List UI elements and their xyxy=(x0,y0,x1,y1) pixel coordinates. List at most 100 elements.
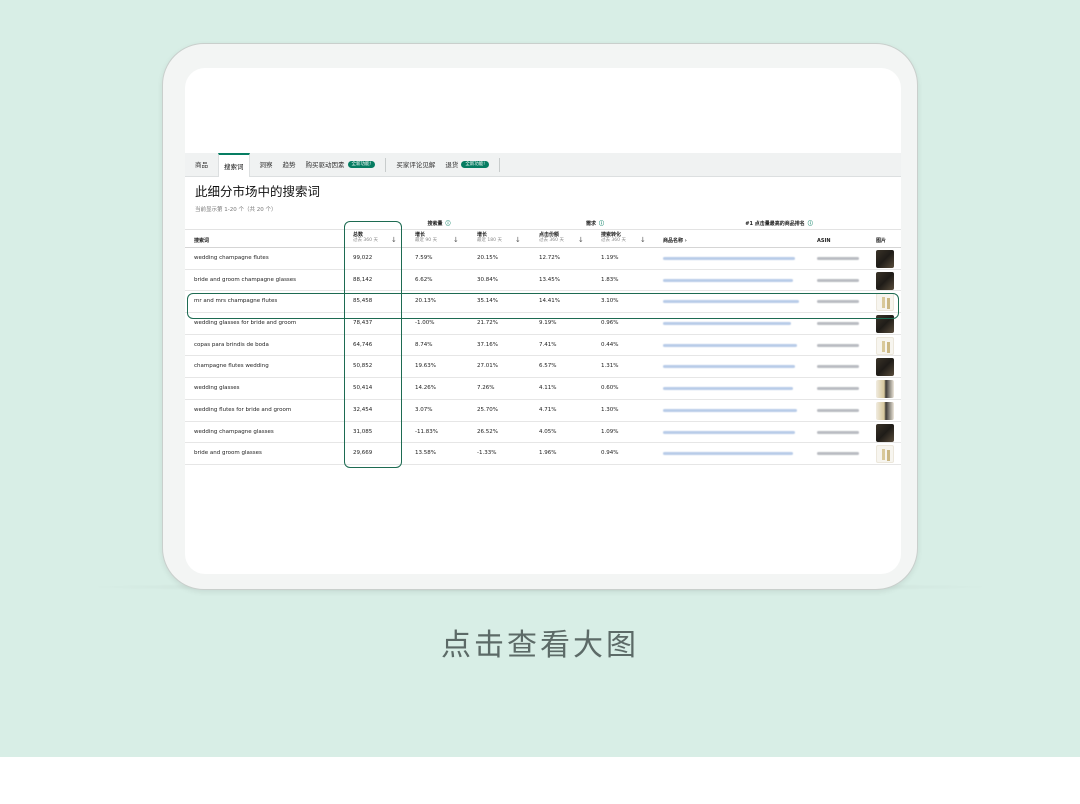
group-demand: 需求 ⓘ xyxy=(533,219,657,230)
col-product-name[interactable]: 商品名称 › xyxy=(663,238,687,244)
table-row[interactable]: bride and groom glasses 29,669 13.58% -1.33… xyxy=(185,443,901,465)
click-share-cell: 7.41% xyxy=(539,341,557,348)
asin-cell xyxy=(817,278,859,282)
conversion-cell: 1.83% xyxy=(601,276,619,283)
tab-divider xyxy=(499,157,501,172)
tab-returns[interactable]: 退货 全新功能! xyxy=(445,153,490,177)
product-thumbnail[interactable] xyxy=(876,401,894,420)
asin-cell xyxy=(817,408,859,412)
table-row[interactable]: champagne flutes wedding 50,852 19.63% 27.0… xyxy=(185,356,901,379)
growth-180-cell: 7.26% xyxy=(477,385,495,392)
keyword-cell: copas para brindis de boda xyxy=(194,341,269,348)
keyword-cell: bride and groom champagne glasses xyxy=(194,276,297,283)
asin-cell xyxy=(817,365,859,369)
tab-insights[interactable]: 洞察 xyxy=(260,153,273,177)
asin-cell xyxy=(817,257,859,260)
product-name-link[interactable] xyxy=(663,257,795,260)
tab-label: 退货 xyxy=(445,160,459,169)
product-thumbnail[interactable] xyxy=(876,271,894,290)
group-label: #1 点击量最高的商品排名 xyxy=(745,221,805,227)
asin-cell xyxy=(817,452,859,456)
growth-90-cell: 8.74% xyxy=(415,341,433,348)
product-name-link[interactable] xyxy=(663,430,795,434)
sort-arrow-icon[interactable]: ↓ xyxy=(578,236,584,244)
keyword-cell: wedding champagne glasses xyxy=(194,428,274,435)
click-share-cell: 12.72% xyxy=(539,255,560,261)
col-subtitle: 最近 90 天 xyxy=(415,238,438,243)
help-icon[interactable]: ⓘ xyxy=(446,221,451,227)
table-row[interactable]: wedding champagne glasses 31,085 -11.83% 26… xyxy=(185,422,901,444)
click-share-cell: 1.96% xyxy=(539,450,557,457)
col-subtitle: 过去 360 天 xyxy=(601,238,626,243)
group-top-product: #1 点击量最高的商品排名 ⓘ xyxy=(657,219,901,230)
column-header-row: 搜索词 总数 过去 360 天 ↓ 增长 最近 90 天 ↓ 增长 最近 180… xyxy=(185,230,901,248)
help-icon[interactable]: ⓘ xyxy=(599,221,604,227)
tab-trends[interactable]: 趋势 xyxy=(283,153,296,177)
click-share-cell: 4.71% xyxy=(539,406,557,413)
product-name-link[interactable] xyxy=(663,278,793,282)
keyword-cell: wedding flutes for bride and groom xyxy=(194,406,292,413)
table-row[interactable]: wedding glasses 50,414 14.26% 7.26% 4.11% 0.6… xyxy=(185,378,901,400)
page-title: 此细分市场中的搜索词 xyxy=(195,184,321,199)
product-thumbnail[interactable] xyxy=(876,358,894,377)
growth-180-cell: 26.52% xyxy=(477,428,498,435)
sort-arrow-icon[interactable]: ↓ xyxy=(515,236,521,244)
table-row[interactable]: wedding flutes for bride and groom 32,454… xyxy=(185,400,901,422)
table-row[interactable]: wedding champagne flutes 99,022 7.59% 20.15… xyxy=(185,248,901,270)
product-thumbnail[interactable] xyxy=(876,336,894,355)
tab-search-terms[interactable]: 搜索词 xyxy=(218,152,250,177)
product-name-link[interactable] xyxy=(663,365,795,369)
product-name-link[interactable] xyxy=(663,408,797,412)
click-share-cell: 4.11% xyxy=(539,385,557,392)
click-share-cell: 13.45% xyxy=(539,276,560,283)
product-thumbnail[interactable] xyxy=(876,250,894,268)
asin-cell xyxy=(817,322,859,326)
total-column-highlight xyxy=(344,221,402,468)
table-row[interactable]: bride and groom champagne glasses 88,142 6… xyxy=(185,270,901,292)
growth-90-cell: 3.07% xyxy=(415,406,433,413)
group-header-row: 搜索量 ⓘ 需求 ⓘ #1 点击量最高的商品排名 ⓘ xyxy=(185,219,901,230)
tab-purchase-drivers[interactable]: 购买驱动因素 全新功能! xyxy=(306,153,376,177)
product-name-link[interactable] xyxy=(663,343,797,347)
product-thumbnail[interactable] xyxy=(876,380,894,399)
tab-review-insights[interactable]: 买家评论见解 xyxy=(396,153,435,177)
col-conversion[interactable]: 搜索转化 过去 360 天 xyxy=(601,232,626,244)
growth-90-cell: 7.59% xyxy=(415,255,433,261)
product-name-link[interactable] xyxy=(663,452,793,456)
product-name-link[interactable] xyxy=(663,322,791,326)
col-subtitle: 过去 360 天 xyxy=(539,238,564,243)
table-row[interactable]: copas para brindis de boda 64,746 8.74% 37.… xyxy=(185,335,901,357)
new-feature-badge: 全新功能! xyxy=(347,161,376,168)
col-growth-90[interactable]: 增长 最近 90 天 xyxy=(415,232,437,244)
growth-180-cell: 20.15% xyxy=(477,255,498,261)
conversion-cell: 0.60% xyxy=(601,385,619,392)
sort-arrow-icon[interactable]: ↓ xyxy=(640,236,646,244)
product-thumbnail[interactable] xyxy=(876,423,894,442)
asin-cell xyxy=(817,343,859,347)
conversion-cell: 1.30% xyxy=(601,406,619,413)
sort-arrow-icon[interactable]: ↓ xyxy=(453,236,459,244)
conversion-cell: 0.44% xyxy=(601,341,619,348)
growth-90-cell: -11.83% xyxy=(415,428,438,435)
keyword-cell: champagne flutes wedding xyxy=(194,363,269,370)
tablet-screen: 商品 搜索词 洞察 趋势 购买驱动因素 全新功能! 买家评论见解 退货 全新功能! … xyxy=(185,68,901,574)
table-body: wedding champagne flutes 99,022 7.59% 20.15… xyxy=(185,248,901,465)
col-growth-180[interactable]: 增长 最近 180 天 xyxy=(477,232,502,244)
product-thumbnail[interactable] xyxy=(876,445,894,464)
conversion-cell: 1.09% xyxy=(601,428,619,435)
growth-180-cell: 37.16% xyxy=(477,341,498,348)
conversion-cell: 1.19% xyxy=(601,255,619,261)
tab-divider xyxy=(385,157,387,172)
product-name-link[interactable] xyxy=(663,387,793,391)
col-asin: ASIN xyxy=(817,238,831,244)
view-large-image-link[interactable]: 点击查看大图 xyxy=(0,620,1080,664)
growth-90-cell: 19.63% xyxy=(415,363,436,370)
result-count: 当前显示第 1-20 个（共 20 个） xyxy=(195,207,277,213)
growth-90-cell: 6.62% xyxy=(415,276,433,283)
tab-products[interactable]: 商品 xyxy=(195,153,208,177)
conversion-cell: 0.94% xyxy=(601,450,619,457)
col-keyword[interactable]: 搜索词 xyxy=(194,238,209,244)
help-icon[interactable]: ⓘ xyxy=(808,221,813,227)
group-label: 需求 xyxy=(585,221,596,227)
col-click-share[interactable]: 点击份额 过去 360 天 xyxy=(539,232,564,244)
